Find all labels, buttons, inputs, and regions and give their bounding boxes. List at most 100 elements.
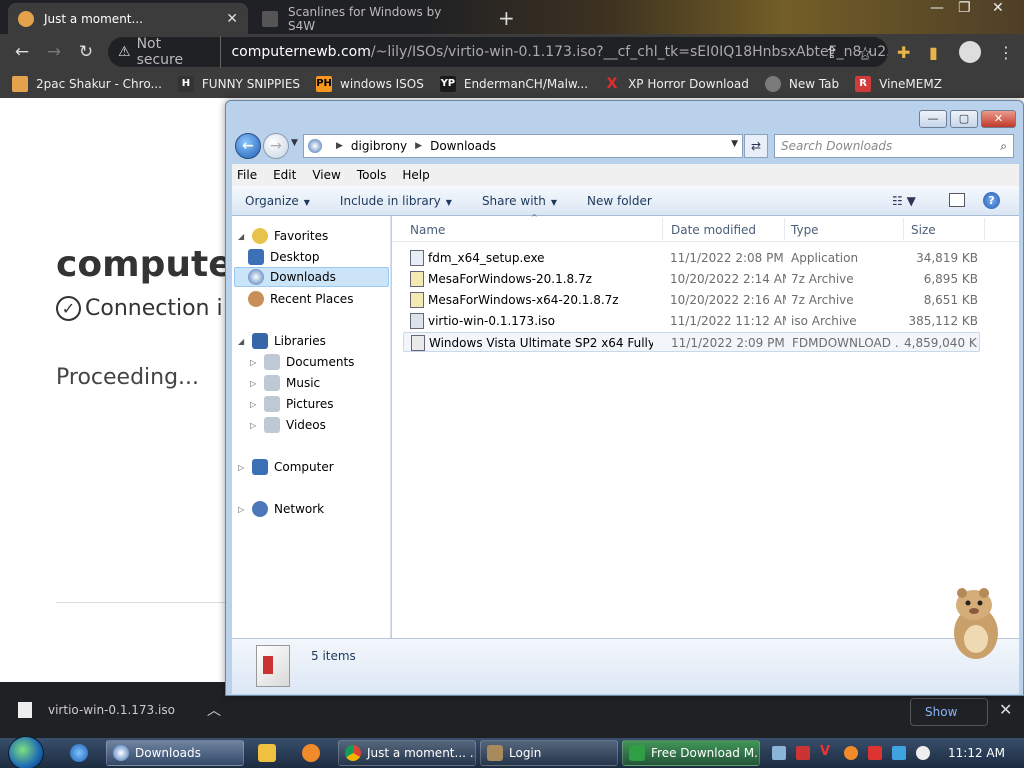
column-date-modified[interactable]: Date modified (671, 223, 756, 237)
nav-music[interactable]: ▷ Music (250, 373, 320, 393)
tray-display-icon[interactable] (892, 746, 906, 760)
bookmark-funny-snippies[interactable]: H FUNNY SNIPPIES (177, 76, 300, 92)
not-secure-label[interactable]: Not secure (137, 36, 222, 68)
forward-button[interactable]: → (263, 133, 289, 159)
profile-avatar[interactable] (959, 41, 981, 63)
tab-just-a-moment[interactable]: Just a moment... ✕ (8, 3, 248, 34)
search-icon[interactable]: ⌕ (1000, 135, 1007, 157)
taskbar-free-download-manager[interactable]: Free Download M... (622, 740, 760, 766)
media-player-icon[interactable] (258, 744, 276, 762)
start-button[interactable] (8, 736, 44, 768)
refresh-button[interactable]: ⇄ (744, 134, 768, 158)
search-input[interactable]: Search Downloads ⌕ (774, 134, 1014, 158)
column-size[interactable]: Size (911, 223, 936, 237)
address-dropdown-icon[interactable]: ▼ (731, 139, 738, 149)
bookmark-endermanch[interactable]: YP EndermanCH/Malw... (439, 76, 588, 92)
tray-search-icon[interactable] (844, 746, 858, 760)
table-row[interactable]: Windows Vista Ultimate SP2 x64 Fully Up.… (403, 332, 980, 352)
views-icon[interactable]: ☷ ▼ (892, 194, 916, 208)
bookmark-star-icon[interactable]: ☆ (858, 43, 872, 62)
include-in-library-button[interactable]: Include in library ▼ (340, 194, 452, 208)
nav-computer[interactable]: ▷ Computer (238, 457, 334, 477)
tray-security-icon[interactable] (796, 746, 810, 760)
new-tab-icon[interactable]: + (498, 6, 515, 30)
internet-explorer-icon[interactable] (70, 744, 88, 762)
chevron-right-icon[interactable]: ▶ (336, 141, 343, 151)
nav-favorites[interactable]: ◢ Favorites (238, 226, 328, 246)
download-item[interactable]: virtio-win-0.1.173.iso (18, 702, 175, 718)
collapse-icon[interactable]: ◢ (238, 232, 248, 241)
expand-icon[interactable]: ▷ (250, 379, 260, 388)
clock[interactable]: 11:12 AM (948, 746, 1005, 760)
nav-libraries[interactable]: ◢ Libraries (238, 331, 326, 351)
extensions-icon[interactable]: ✚ (897, 43, 910, 62)
maximize-button[interactable]: ▢ (950, 110, 978, 128)
column-divider[interactable] (662, 218, 663, 240)
breadcrumb-user[interactable]: digibrony (351, 139, 407, 153)
side-panel-icon[interactable]: ▮ (929, 43, 938, 62)
share-icon[interactable]: ⇪ (825, 43, 838, 62)
column-divider[interactable] (903, 218, 904, 240)
nav-videos[interactable]: ▷ Videos (250, 415, 326, 435)
breadcrumb[interactable]: ▶ digibrony ▶ Downloads ▼ (303, 134, 743, 158)
restore-icon[interactable]: ❐ (958, 0, 971, 16)
menu-help[interactable]: Help (402, 168, 429, 182)
column-divider[interactable] (784, 218, 785, 240)
nav-downloads[interactable]: Downloads (234, 267, 389, 287)
bookmark-xp-horror[interactable]: X XP Horror Download (604, 76, 749, 92)
table-row[interactable]: fdm_x64_setup.exe 11/1/2022 2:08 PM Appl… (406, 248, 980, 268)
new-folder-button[interactable]: New folder (587, 194, 652, 208)
taskbar-login[interactable]: Login (480, 740, 618, 766)
table-row[interactable]: MesaForWindows-20.1.8.7z 10/20/2022 2:14… (406, 269, 980, 289)
menu-file[interactable]: File (237, 168, 257, 182)
close-button[interactable]: ✕ (981, 110, 1016, 128)
table-row[interactable]: virtio-win-0.1.173.iso 11/1/2022 11:12 A… (406, 311, 980, 331)
menu-view[interactable]: View (312, 168, 340, 182)
breadcrumb-downloads[interactable]: Downloads (430, 139, 496, 153)
organize-button[interactable]: Organize ▼ (245, 194, 310, 208)
expand-icon[interactable]: ▷ (250, 400, 260, 409)
reload-icon[interactable]: ↻ (70, 42, 102, 62)
close-window-icon[interactable]: ✕ (992, 0, 1004, 16)
paint-icon[interactable] (302, 744, 320, 762)
tray-flag-icon[interactable] (868, 746, 882, 760)
nav-documents[interactable]: ▷ Documents (250, 352, 354, 372)
chevron-up-icon[interactable]: ︿ (207, 700, 221, 720)
menu-tools[interactable]: Tools (357, 168, 387, 182)
bookmark-windows-isos[interactable]: PH windows ISOS (316, 76, 424, 92)
show-all-button[interactable]: Show (910, 698, 988, 726)
back-button[interactable]: ← (235, 133, 261, 159)
column-name[interactable]: Name (410, 223, 445, 237)
nav-desktop[interactable]: Desktop (248, 247, 320, 267)
close-tab-icon[interactable]: ✕ (226, 11, 238, 27)
close-icon[interactable]: ✕ (999, 700, 1012, 719)
tab-scanlines[interactable]: Scanlines for Windows by S4W (252, 3, 482, 34)
expand-icon[interactable]: ▷ (250, 358, 260, 367)
share-with-button[interactable]: Share with ▼ (482, 194, 557, 208)
taskbar-chrome[interactable]: Just a moment... ... (338, 740, 476, 766)
table-row[interactable]: MesaForWindows-x64-20.1.8.7z 10/20/2022 … (406, 290, 980, 310)
back-arrow-icon[interactable]: ← (6, 42, 38, 62)
help-icon[interactable]: ? (983, 192, 1000, 209)
preview-pane-icon[interactable] (949, 193, 965, 207)
recent-pages-dropdown[interactable]: ▼ (291, 138, 298, 148)
nav-network[interactable]: ▷ Network (238, 499, 324, 519)
nav-pictures[interactable]: ▷ Pictures (250, 394, 334, 414)
minimize-icon[interactable]: — (930, 0, 944, 16)
chevron-right-icon[interactable]: ▶ (415, 141, 422, 151)
collapse-icon[interactable]: ◢ (238, 337, 248, 346)
expand-icon[interactable]: ▷ (250, 421, 260, 430)
menu-edit[interactable]: Edit (273, 168, 296, 182)
tray-v-icon[interactable]: V (820, 744, 834, 759)
tray-volume-icon[interactable] (916, 746, 930, 760)
taskbar-downloads[interactable]: Downloads (106, 740, 244, 766)
tray-network-icon[interactable] (772, 746, 786, 760)
bookmark-new-tab[interactable]: New Tab (764, 76, 839, 92)
bookmark-2pac[interactable]: 2pac Shakur - Chro... (12, 76, 162, 92)
forward-arrow-icon[interactable]: → (38, 42, 70, 62)
column-divider[interactable] (984, 218, 985, 240)
minimize-button[interactable]: — (919, 110, 947, 128)
expand-icon[interactable]: ▷ (238, 463, 248, 472)
address-bar[interactable]: ⚠ Not secure computernewb.com /~lily/ISO… (108, 36, 888, 68)
nav-recent-places[interactable]: Recent Places (248, 289, 353, 309)
